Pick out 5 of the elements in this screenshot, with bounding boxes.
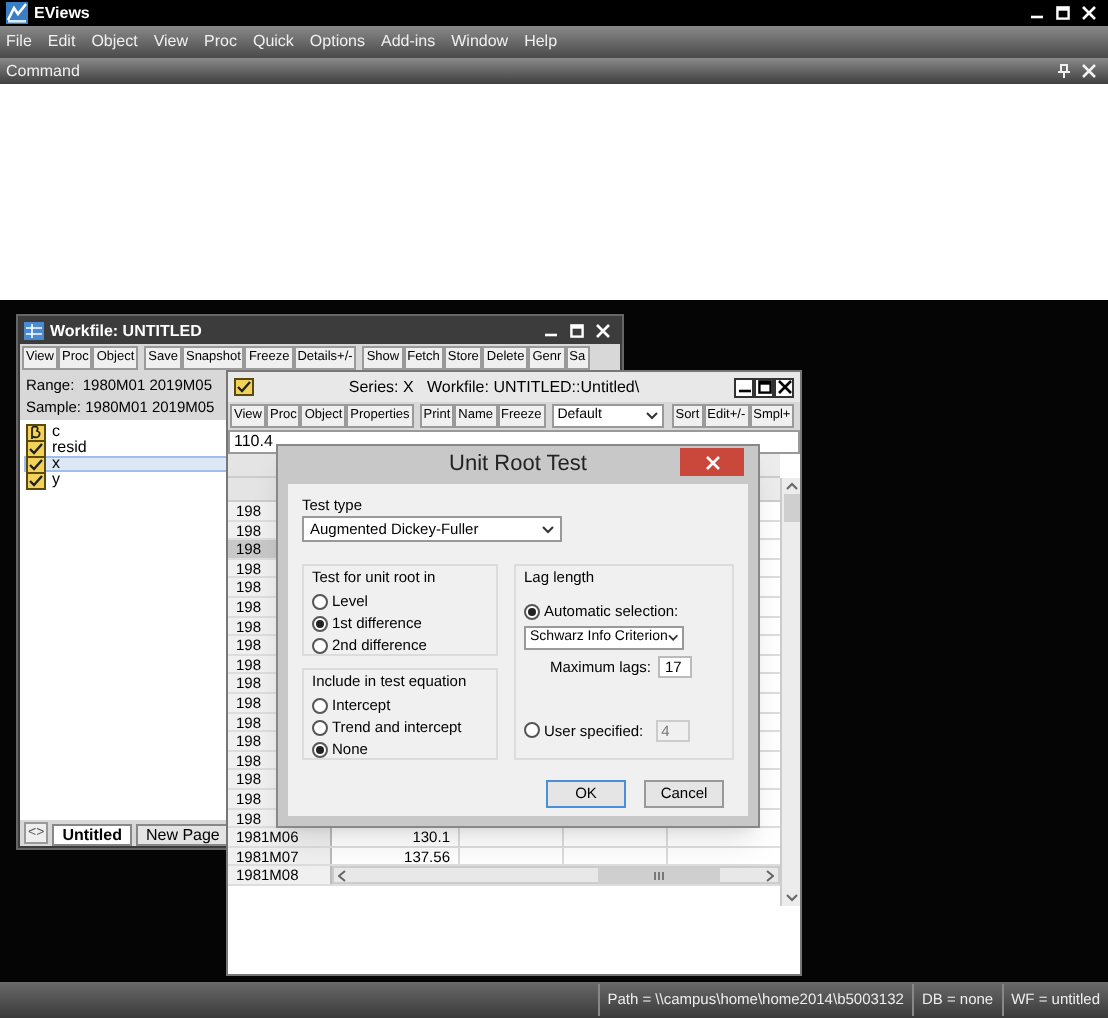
window-title: Workfile: UNTITLED — [50, 319, 202, 343]
command-title: Command — [6, 59, 80, 83]
dialog-title: Unit Root Test — [449, 450, 587, 481]
window-title: Series: X Workfile: UNTITLED::Untitled\ — [346, 375, 642, 399]
app-title: EViews — [34, 1, 90, 25]
